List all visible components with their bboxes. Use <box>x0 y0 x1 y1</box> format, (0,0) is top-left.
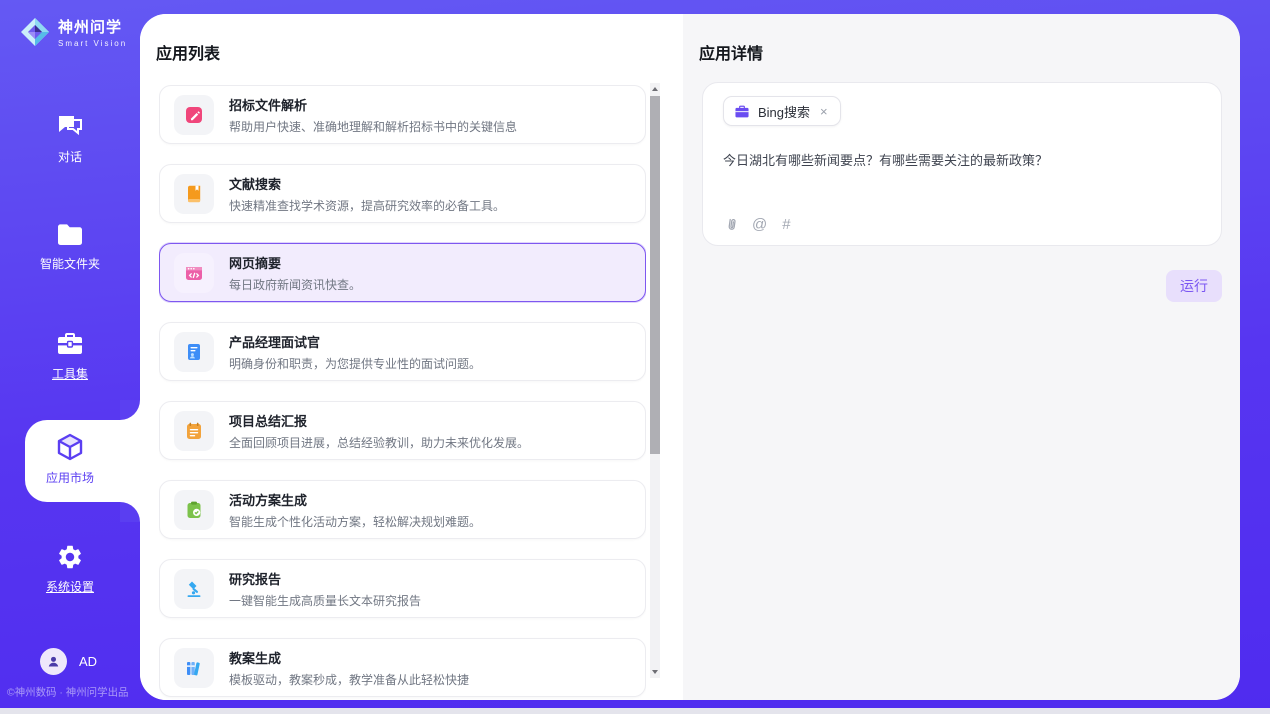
app-card-event-plan[interactable]: 活动方案生成 智能生成个性化活动方案，轻松解决规划难题。 <box>159 480 646 539</box>
person-icon <box>46 654 61 669</box>
main-panel: 应用列表 招标文件解析 帮助用户快速、准确地理解和解析招标书中的关键信息 <box>140 14 1240 700</box>
chat-icon <box>55 113 85 141</box>
literature-search-icon <box>174 174 214 214</box>
sidebar-item-label: 智能文件夹 <box>40 255 100 272</box>
brand-logo: 神州问学 Smart Vision <box>20 16 127 48</box>
query-composer-card: Bing搜索 × 今日湖北有哪些新闻要点？有哪些需要关注的最新政策？ @ # <box>702 82 1222 246</box>
pm-interviewer-icon <box>174 332 214 372</box>
app-card-title: 网页摘要 <box>229 253 361 272</box>
app-card-title: 教案生成 <box>229 648 469 667</box>
toolbox-icon <box>55 330 85 358</box>
sidebar-item-label: 工具集 <box>52 365 88 382</box>
app-card-title: 研究报告 <box>229 569 421 588</box>
app-card-desc: 每日政府新闻资讯快查。 <box>229 276 361 293</box>
sidebar-item-settings[interactable]: 系统设置 <box>0 543 140 595</box>
brand-diamond-icon <box>20 17 50 47</box>
at-icon[interactable]: @ <box>752 216 767 233</box>
app-card-desc: 快速精准查找学术资源，提高研究效率的必备工具。 <box>229 197 505 214</box>
avatar <box>40 648 67 675</box>
app-card-desc: 明确身份和职责，为您提供专业性的面试问题。 <box>229 355 481 372</box>
app-card-bid-parse[interactable]: 招标文件解析 帮助用户快速、准确地理解和解析招标书中的关键信息 <box>159 85 646 144</box>
app-list-pane: 应用列表 招标文件解析 帮助用户快速、准确地理解和解析招标书中的关键信息 <box>140 14 683 700</box>
project-report-icon <box>174 411 214 451</box>
app-card-desc: 全面回顾项目进展，总结经验教训，助力未来优化发展。 <box>229 434 529 451</box>
web-summary-icon <box>174 253 214 293</box>
bottom-edge-strip <box>0 708 1270 714</box>
composer-toolbar: @ # <box>722 216 791 233</box>
gear-icon <box>56 543 84 571</box>
sidebar-item-smart-folder[interactable]: 智能文件夹 <box>0 222 140 272</box>
cube-icon <box>55 432 85 462</box>
copyright-text: ©神州数码 · 神州问学出品 <box>7 684 128 699</box>
scroll-down-arrow[interactable] <box>650 666 660 678</box>
run-button[interactable]: 运行 <box>1166 270 1222 302</box>
lesson-plan-icon <box>174 648 214 688</box>
folder-icon <box>55 222 85 248</box>
scroll-up-arrow[interactable] <box>650 83 660 95</box>
app-card-desc: 一键智能生成高质量长文本研究报告 <box>229 592 421 609</box>
app-detail-pane: 应用详情 Bing搜索 × 今日湖北有哪些新闻要点？有哪些需要关注的最新政策？ <box>683 14 1240 700</box>
list-scrollbar[interactable] <box>650 83 660 678</box>
sidebar-item-label: 对话 <box>58 148 82 165</box>
app-card-desc: 帮助用户快速、准确地理解和解析招标书中的关键信息 <box>229 118 517 135</box>
app-detail-title: 应用详情 <box>699 40 763 64</box>
app-card-title: 活动方案生成 <box>229 490 481 509</box>
app-card-lesson-plan[interactable]: 教案生成 模板驱动，教案秒成，教学准备从此轻松快捷 <box>159 638 646 697</box>
app-window: 神州问学 Smart Vision 对话 智能文件夹 工具 <box>0 0 1270 714</box>
app-card-list: 招标文件解析 帮助用户快速、准确地理解和解析招标书中的关键信息 文献搜索 <box>159 85 646 700</box>
query-input[interactable]: 今日湖北有哪些新闻要点？有哪些需要关注的最新政策？ <box>723 151 1203 171</box>
sidebar-item-chat[interactable]: 对话 <box>0 113 140 165</box>
user-initials: AD <box>79 654 97 669</box>
app-card-web-summary[interactable]: 网页摘要 每日政府新闻资讯快查。 <box>159 243 646 302</box>
app-card-research-report[interactable]: 研究报告 一键智能生成高质量长文本研究报告 <box>159 559 646 618</box>
scrollbar-thumb[interactable] <box>650 96 660 454</box>
bid-parse-icon <box>174 95 214 135</box>
tool-tag-bing-search[interactable]: Bing搜索 × <box>723 96 841 126</box>
brand-name: 神州问学 <box>58 16 127 37</box>
paperclip-icon[interactable] <box>722 216 737 233</box>
app-card-desc: 智能生成个性化活动方案，轻松解决规划难题。 <box>229 513 481 530</box>
user-account[interactable]: AD <box>40 648 97 675</box>
close-icon[interactable]: × <box>818 104 830 119</box>
app-card-title: 招标文件解析 <box>229 95 517 114</box>
hash-icon[interactable]: # <box>782 216 790 233</box>
sidebar-item-label: 系统设置 <box>46 578 94 595</box>
tool-tag-label: Bing搜索 <box>758 102 810 121</box>
sidebar-item-label: 应用市场 <box>46 469 94 486</box>
event-plan-icon <box>174 490 214 530</box>
app-card-title: 产品经理面试官 <box>229 332 481 351</box>
brand-subtitle: Smart Vision <box>58 39 127 48</box>
app-card-desc: 模板驱动，教案秒成，教学准备从此轻松快捷 <box>229 671 469 688</box>
app-card-pm-interviewer[interactable]: 产品经理面试官 明确身份和职责，为您提供专业性的面试问题。 <box>159 322 646 381</box>
sidebar-item-toolset[interactable]: 工具集 <box>0 330 140 382</box>
research-report-icon <box>174 569 214 609</box>
app-card-title: 文献搜索 <box>229 174 505 193</box>
briefcase-icon <box>734 104 750 119</box>
app-card-title: 项目总结汇报 <box>229 411 529 430</box>
sidebar-item-app-market[interactable]: 应用市场 <box>0 432 140 486</box>
sidebar: 神州问学 Smart Vision 对话 智能文件夹 工具 <box>0 0 140 708</box>
app-list-title: 应用列表 <box>156 40 220 64</box>
app-card-project-report[interactable]: 项目总结汇报 全面回顾项目进展，总结经验教训，助力未来优化发展。 <box>159 401 646 460</box>
app-card-literature-search[interactable]: 文献搜索 快速精准查找学术资源，提高研究效率的必备工具。 <box>159 164 646 223</box>
